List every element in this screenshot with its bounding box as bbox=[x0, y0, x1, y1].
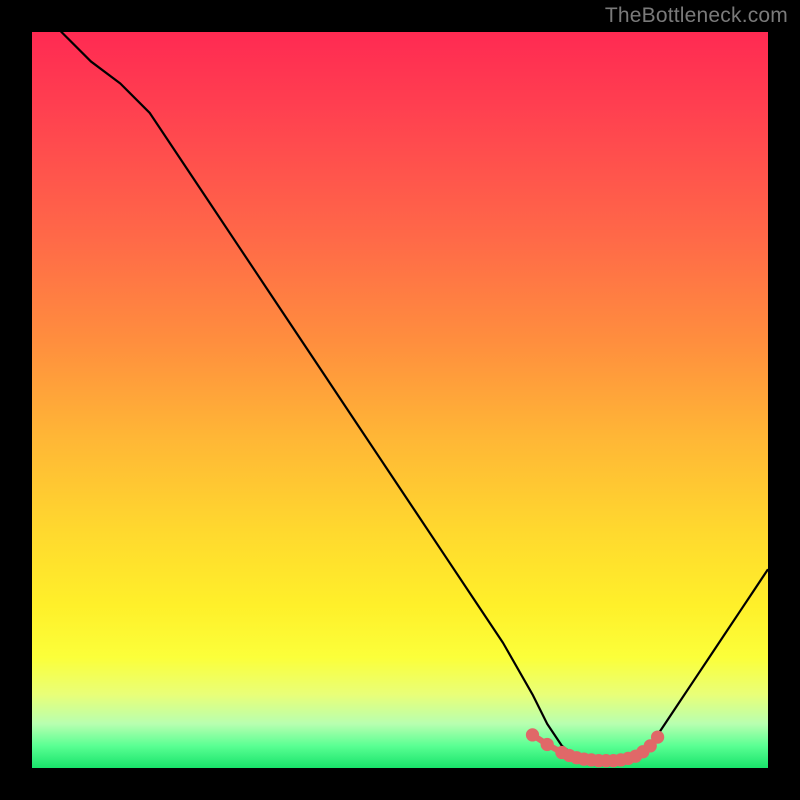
watermark-text: TheBottleneck.com bbox=[605, 4, 788, 28]
minimum-marker-group bbox=[526, 728, 664, 767]
minimum-dot bbox=[541, 738, 554, 751]
minimum-dot bbox=[526, 728, 539, 741]
chart-frame: TheBottleneck.com bbox=[0, 0, 800, 800]
bottleneck-curve bbox=[32, 32, 768, 761]
minimum-dot bbox=[651, 730, 664, 743]
bottleneck-curve-svg bbox=[32, 32, 768, 768]
plot-area bbox=[32, 32, 768, 768]
